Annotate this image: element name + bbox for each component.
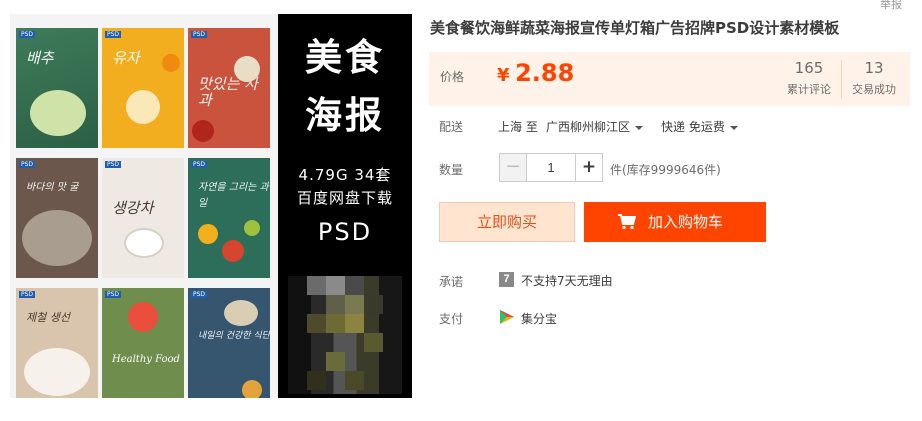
poster-thumb-text: 맛있는 사과 <box>198 75 258 109</box>
promo-banner: 美食 海报 4.79G 34套 百度网盘下载 PSD <box>278 14 412 398</box>
price-amount: 2.88 <box>515 59 575 87</box>
fruit-shape <box>244 220 260 236</box>
poster-thumb-text: 바다의 맛 굴 <box>26 182 79 193</box>
psd-tag: PSD <box>105 31 122 38</box>
poster-thumb-text: 유자 <box>112 49 140 67</box>
sales-count: 13 <box>864 59 884 77</box>
buy-now-button[interactable]: 立即购买 <box>439 202 575 242</box>
report-link[interactable]: 举报 <box>880 0 902 12</box>
review-count: 165 <box>794 59 824 77</box>
ship-origin: 上海 至 <box>498 120 538 134</box>
product-main-image[interactable]: PSD 배추 PSD 유자 PSD 맛있는 사과 PSD 바다의 맛 굴 PSD… <box>10 14 412 398</box>
ship-method-select[interactable]: 快递 免运费 <box>661 118 738 135</box>
psd-tag: PSD <box>191 161 208 168</box>
promise-label: 承诺 <box>439 275 464 289</box>
sales-count-stat: 13 交易成功 <box>844 59 904 97</box>
no-7-day-return-icon: 7 <box>499 272 514 287</box>
tea-cup-shape <box>126 90 160 124</box>
cabbage-shape <box>30 90 86 136</box>
jifenbao-icon <box>500 310 514 324</box>
poster-thumb-text: 제철 생선 <box>26 311 70 324</box>
poster-thumb-text: 내일의 건강한 식단 <box>198 331 270 341</box>
poster-thumb-citron: PSD 유자 <box>102 28 184 148</box>
caret-down-icon <box>729 125 738 130</box>
payment-label: 支付 <box>439 312 464 326</box>
fruit-shape <box>222 240 244 262</box>
psd-tag: PSD <box>19 291 36 298</box>
banner-size-text: 4.79G 34套 <box>298 166 392 184</box>
price-label: 价格 <box>440 70 465 84</box>
banner-headline-2: 海报 <box>305 94 385 137</box>
sales-count-label: 交易成功 <box>852 83 896 96</box>
poster-thumb-text: 생강차 <box>112 199 154 217</box>
caret-down-icon <box>635 125 644 130</box>
review-count-stat[interactable]: 165 累计评论 <box>779 59 839 97</box>
add-to-cart-button[interactable]: 加入购物车 <box>584 202 766 242</box>
poster-thumb-text: Healthy Food <box>112 354 180 365</box>
price-panel: 价格 ¥ 2.88 165 累计评论 13 交易成功 <box>429 52 910 106</box>
fruit-shape <box>242 380 262 398</box>
citron-shape <box>162 54 180 72</box>
tomato-shape <box>128 302 158 332</box>
noodle-shape <box>224 300 258 326</box>
poster-thumb-diet: PSD 내일의 건강한 식단 <box>188 288 270 398</box>
poster-thumb-fruit: PSD 자연을 그리는 과일 <box>188 158 270 278</box>
psd-tag: PSD <box>191 31 208 38</box>
poster-thumb-apple: PSD 맛있는 사과 <box>188 28 270 148</box>
stock-info: 件(库存9999646件) <box>610 163 721 177</box>
poster-thumb-text: 자연을 그리는 과일 <box>198 182 269 209</box>
poster-thumb-fish: PSD 제철 생선 <box>16 288 98 398</box>
pixelated-image <box>288 276 402 394</box>
ship-destination-select[interactable]: 广西柳州柳江区 <box>546 118 644 135</box>
poster-thumb-ginger-tea: PSD 생강차 <box>102 158 184 278</box>
banner-download-text: 百度网盘下载 <box>296 189 393 207</box>
psd-tag: PSD <box>19 31 36 38</box>
ship-destination-text: 广西柳州柳江区 <box>546 120 631 134</box>
ship-method-text: 快递 免运费 <box>661 120 725 134</box>
fish-plate-shape <box>24 348 90 396</box>
quantity-decrease-button[interactable]: − <box>500 154 527 181</box>
add-to-cart-label: 加入购物车 <box>648 213 724 231</box>
promise-text[interactable]: 不支持7天无理由 <box>521 272 613 289</box>
product-title: 美食餐饮海鲜蔬菜海报宣传单灯箱广告招牌PSD设计素材模板 <box>430 19 840 37</box>
banner-headline-1: 美食 <box>305 36 385 79</box>
apple-shape <box>192 120 214 142</box>
psd-tag: PSD <box>19 161 36 168</box>
bowl-shape <box>234 56 260 82</box>
shipping-label: 配送 <box>439 120 464 134</box>
fruit-shape <box>198 224 218 244</box>
quantity-stepper: − 1 + <box>499 153 603 182</box>
psd-tag: PSD <box>191 291 208 298</box>
stat-divider <box>841 60 842 98</box>
banner-format-text: PSD <box>317 218 373 246</box>
review-count-label: 累计评论 <box>787 83 831 96</box>
poster-thumbnail-grid: PSD 배추 PSD 유자 PSD 맛있는 사과 PSD 바다의 맛 굴 PSD… <box>10 14 276 398</box>
psd-tag: PSD <box>105 291 122 298</box>
poster-thumb-healthy-food: PSD Healthy Food <box>102 288 184 398</box>
poster-thumb-cabbage: PSD 배추 <box>16 28 98 148</box>
quantity-input[interactable]: 1 <box>527 154 575 181</box>
poster-thumb-oyster: PSD 바다의 맛 굴 <box>16 158 98 278</box>
payment-method-text[interactable]: 集分宝 <box>521 310 557 327</box>
shopping-cart-icon <box>618 214 636 230</box>
poster-thumb-text: 배추 <box>26 49 54 67</box>
currency-symbol: ¥ <box>497 65 510 86</box>
psd-tag: PSD <box>105 161 122 168</box>
price-value: ¥ 2.88 <box>497 59 574 87</box>
quantity-label: 数量 <box>439 163 464 177</box>
oyster-shape <box>22 210 92 266</box>
quantity-increase-button[interactable]: + <box>575 154 602 181</box>
tea-cup-shape <box>124 228 164 258</box>
